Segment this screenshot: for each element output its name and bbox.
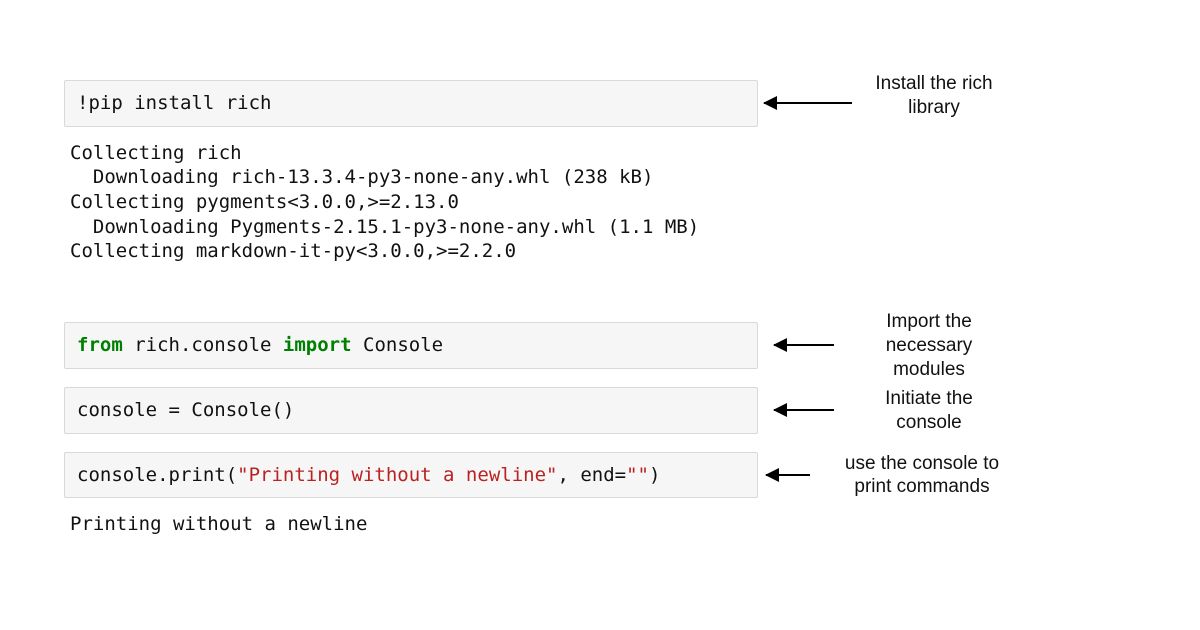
import-name: Console bbox=[352, 334, 444, 356]
output-install: Collecting rich Downloading rich-13.3.4-… bbox=[64, 135, 758, 268]
code-cell-print: console.print("Printing without a newlin… bbox=[64, 452, 758, 499]
annotation-init: Initiate the console bbox=[849, 387, 1009, 435]
annotation-install: Install the rich library bbox=[854, 72, 1014, 120]
row-print: console.print("Printing without a newlin… bbox=[64, 452, 1144, 499]
install-cmd: pip install rich bbox=[88, 92, 271, 114]
code-init: console = Console() bbox=[77, 399, 294, 421]
arrow-left-icon bbox=[774, 344, 834, 346]
arrow-left-icon bbox=[764, 102, 852, 104]
arrow-left-icon bbox=[766, 474, 810, 476]
print-post: ) bbox=[649, 464, 660, 486]
print-str2: "" bbox=[626, 464, 649, 486]
print-mid: , end= bbox=[557, 464, 626, 486]
row-print-output: Printing without a newline bbox=[64, 506, 1144, 541]
code-import: from rich.console import Console bbox=[77, 334, 443, 356]
kw-from: from bbox=[77, 334, 123, 356]
kw-import: import bbox=[283, 334, 352, 356]
row-init: console = Console() Initiate the console bbox=[64, 387, 1144, 434]
arrow-left-icon bbox=[774, 409, 834, 411]
print-pre: console.print( bbox=[77, 464, 237, 486]
mod-path: rich.console bbox=[123, 334, 283, 356]
tutorial-stage: !pip install rich Install the rich libra… bbox=[64, 80, 1144, 549]
spacer bbox=[64, 442, 1144, 452]
code-install: !pip install rich bbox=[77, 92, 271, 114]
print-str1: "Printing without a newline" bbox=[237, 464, 557, 486]
output-print: Printing without a newline bbox=[64, 506, 758, 541]
code-print: console.print("Printing without a newlin… bbox=[77, 464, 660, 486]
code-cell-import: from rich.console import Console bbox=[64, 322, 758, 369]
row-import: from rich.console import Console Import … bbox=[64, 322, 1144, 369]
row-install: !pip install rich Install the rich libra… bbox=[64, 80, 1144, 127]
code-cell-init: console = Console() bbox=[64, 387, 758, 434]
annotation-import: Import the necessary modules bbox=[849, 310, 1009, 381]
row-install-output: Collecting rich Downloading rich-13.3.4-… bbox=[64, 135, 1144, 268]
output-print-text: Printing without a newline bbox=[70, 513, 367, 535]
output-install-text: Collecting rich Downloading rich-13.3.4-… bbox=[70, 142, 699, 263]
annotation-print: use the console to print commands bbox=[822, 452, 1022, 500]
code-cell-install: !pip install rich bbox=[64, 80, 758, 127]
bang-token: ! bbox=[77, 92, 88, 114]
